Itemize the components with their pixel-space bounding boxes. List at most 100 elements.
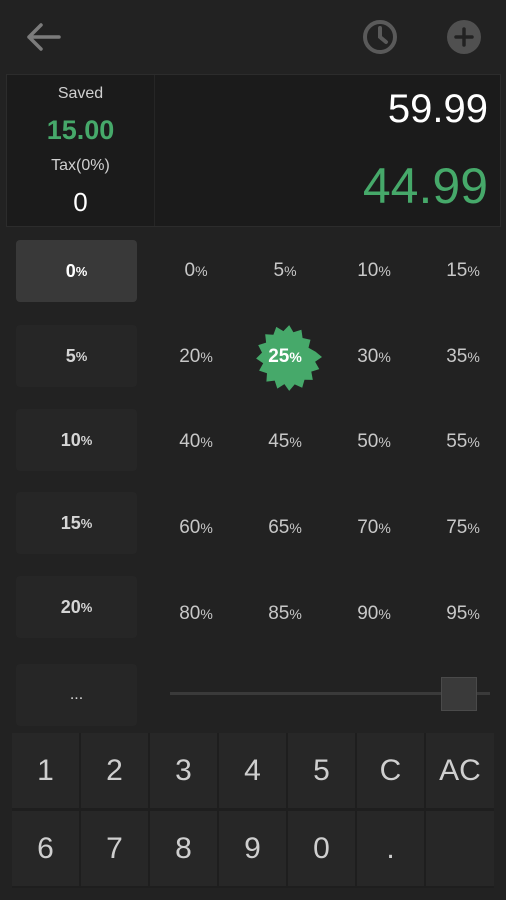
tax-option-5[interactable]: 5% [16, 325, 137, 387]
key-7[interactable]: 7 [81, 811, 148, 886]
tax-option-number: 5 [65, 345, 76, 366]
percent-sign: % [200, 434, 213, 450]
percent-sign: % [80, 432, 93, 448]
key-1[interactable]: 1 [12, 733, 79, 808]
discount-option-90[interactable]: 90% [332, 583, 416, 645]
percent-sign: % [200, 520, 213, 536]
discount-number: 75 [446, 517, 468, 538]
percent-sign: % [75, 263, 88, 279]
add-button[interactable] [440, 14, 488, 60]
key-9[interactable]: 9 [219, 811, 286, 886]
discount-option-40[interactable]: 40% [154, 411, 238, 473]
percent-sign: % [378, 606, 391, 622]
discount-number: 55 [446, 431, 468, 452]
savings-panel: Saved 15.00 Tax(0%) 0 [7, 75, 155, 226]
percent-sign: % [200, 606, 213, 622]
keypad: 1 2 3 4 5 C AC 6 7 8 9 0 . [12, 733, 494, 888]
key-5[interactable]: 5 [288, 733, 355, 808]
percent-sign: % [467, 606, 480, 622]
key-0[interactable]: 0 [288, 811, 355, 886]
percent-sign: % [289, 520, 302, 536]
discount-number: 30 [357, 346, 379, 367]
discount-number: 70 [357, 517, 379, 538]
key-6[interactable]: 6 [12, 811, 79, 886]
discount-number: 25 [268, 346, 290, 367]
percent-sign: % [284, 263, 297, 279]
discount-number: 45 [268, 431, 290, 452]
discount-option-45[interactable]: 45% [243, 411, 327, 473]
percent-sign: % [75, 348, 88, 364]
plus-circle-icon [447, 20, 481, 54]
discount-number: 0 [184, 260, 196, 281]
discount-number: 80 [179, 603, 201, 624]
discount-option-10[interactable]: 10% [332, 240, 416, 302]
discount-option-55[interactable]: 55% [421, 411, 505, 473]
summary-panel: Saved 15.00 Tax(0%) 0 59.99 44.99 [6, 74, 501, 227]
discount-option-95[interactable]: 95% [421, 583, 505, 645]
tax-option-number: 10 [60, 429, 81, 450]
discount-option-20[interactable]: 20% [154, 326, 238, 388]
key-8[interactable]: 8 [150, 811, 217, 886]
clock-icon [363, 20, 397, 54]
discount-label: 25% [268, 346, 302, 368]
final-price: 44.99 [362, 158, 488, 214]
discount-option-30[interactable]: 30% [332, 326, 416, 388]
discount-number: 5 [273, 260, 285, 281]
tax-option-15[interactable]: 15% [16, 492, 137, 554]
tax-option-0[interactable]: 0% [16, 240, 137, 302]
percent-sign: % [195, 263, 208, 279]
discount-option-80[interactable]: 80% [154, 583, 238, 645]
discount-option-25[interactable]: 25% [243, 325, 327, 391]
percent-sign: % [467, 520, 480, 536]
back-button[interactable] [18, 14, 68, 60]
history-button[interactable] [356, 14, 404, 60]
key-decimal[interactable]: . [357, 811, 424, 886]
percent-sign: % [80, 599, 93, 615]
discount-number: 15 [446, 260, 468, 281]
discount-option-75[interactable]: 75% [421, 497, 505, 559]
saved-label: Saved [57, 85, 104, 102]
discount-option-0[interactable]: 0% [154, 240, 238, 302]
key-empty [426, 811, 494, 886]
key-2[interactable]: 2 [81, 733, 148, 808]
percent-sign: % [467, 349, 480, 365]
tax-option-20[interactable]: 20% [16, 576, 137, 638]
tax-option-number: 0 [65, 260, 76, 281]
discount-slider-thumb[interactable] [441, 677, 477, 711]
percent-sign: % [80, 515, 93, 531]
top-bar [0, 0, 506, 74]
percent-sign: % [378, 434, 391, 450]
percent-sign: % [289, 606, 302, 622]
discount-option-15[interactable]: 15% [421, 240, 505, 302]
discount-option-70[interactable]: 70% [332, 497, 416, 559]
key-all-clear[interactable]: AC [426, 733, 494, 808]
discount-number: 90 [357, 603, 379, 624]
saved-value: 15.00 [46, 115, 115, 145]
tax-option-10[interactable]: 10% [16, 409, 137, 471]
key-clear[interactable]: C [357, 733, 424, 808]
tax-label: Tax(0%) [51, 157, 110, 174]
tax-more-button[interactable]: ... [16, 664, 137, 726]
percent-sign: % [289, 349, 302, 365]
key-3[interactable]: 3 [150, 733, 217, 808]
tax-more-label: ... [69, 686, 84, 703]
discount-option-50[interactable]: 50% [332, 411, 416, 473]
percent-sign: % [200, 349, 213, 365]
discount-number: 40 [179, 431, 201, 452]
discount-option-35[interactable]: 35% [421, 326, 505, 388]
discount-option-65[interactable]: 65% [243, 497, 327, 559]
original-price[interactable]: 59.99 [388, 87, 488, 132]
discount-number: 65 [268, 517, 290, 538]
percent-sign: % [378, 520, 391, 536]
key-4[interactable]: 4 [219, 733, 286, 808]
discount-option-5[interactable]: 5% [243, 240, 327, 302]
discount-number: 95 [446, 603, 468, 624]
percent-sign: % [289, 434, 302, 450]
discount-number: 85 [268, 603, 290, 624]
discount-number: 60 [179, 517, 201, 538]
discount-option-85[interactable]: 85% [243, 583, 327, 645]
discount-number: 35 [446, 346, 468, 367]
discount-option-60[interactable]: 60% [154, 497, 238, 559]
percent-sign: % [467, 434, 480, 450]
discount-number: 10 [357, 260, 379, 281]
